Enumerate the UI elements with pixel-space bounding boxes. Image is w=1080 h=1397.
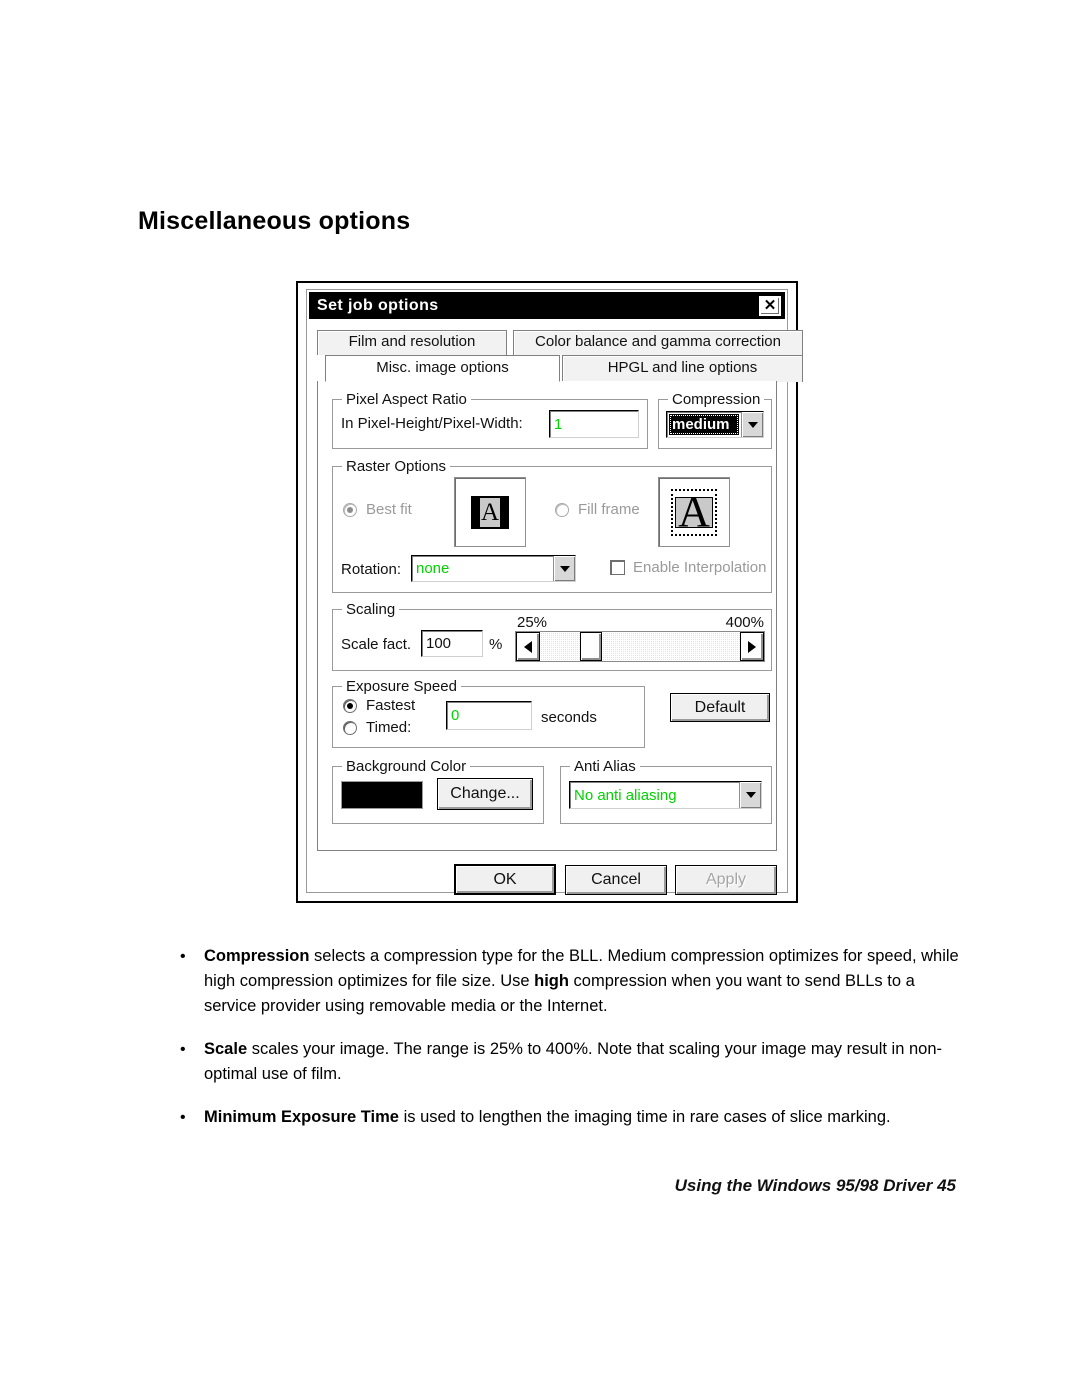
scale-slider[interactable] bbox=[515, 631, 765, 662]
tab-misc-image-options[interactable]: Misc. image options bbox=[325, 355, 560, 382]
thumbnail-best-fit: A bbox=[454, 477, 526, 547]
checkbox-enable-interpolation[interactable]: Enable Interpolation bbox=[610, 559, 766, 576]
group-compression: Compression medium bbox=[658, 391, 772, 449]
radio-fill-frame-label: Fill frame bbox=[578, 501, 640, 518]
group-label-anti-alias: Anti Alias bbox=[570, 758, 640, 775]
apply-button: Apply bbox=[675, 865, 777, 895]
bullet-minimum-exposure-time-text-1: is used to lengthen the imaging time in … bbox=[399, 1108, 891, 1126]
checkbox-enable-interpolation-label: Enable Interpolation bbox=[633, 559, 767, 576]
group-label-pixel-aspect-ratio: Pixel Aspect Ratio bbox=[342, 391, 471, 408]
group-label-raster-options: Raster Options bbox=[342, 458, 451, 475]
dialog-titlebar: Set job options ✕ bbox=[309, 292, 785, 319]
compression-combobox[interactable]: medium bbox=[666, 411, 764, 438]
label-percent-symbol: % bbox=[489, 636, 503, 653]
close-icon[interactable]: ✕ bbox=[759, 295, 781, 316]
tab-color-balance-and-gamma-correction[interactable]: Color balance and gamma correction bbox=[513, 330, 803, 355]
radio-best-fit-indicator[interactable] bbox=[343, 502, 357, 517]
group-scaling: Scaling Scale fact. 100 % 25% 400% bbox=[332, 601, 772, 671]
group-label-scaling: Scaling bbox=[342, 601, 400, 618]
bullet-compression-term-2: high bbox=[534, 972, 569, 990]
anti-alias-combobox[interactable]: No anti aliasing bbox=[569, 781, 762, 809]
change-color-button[interactable]: Change... bbox=[437, 778, 533, 810]
page-title: Miscellaneous options bbox=[138, 207, 411, 235]
chevron-down-icon[interactable] bbox=[741, 412, 763, 437]
group-anti-alias: Anti Alias No anti aliasing bbox=[560, 758, 772, 824]
set-job-options-dialog: Set job options ✕ Film and resolution Co… bbox=[296, 281, 803, 903]
tab-film-and-resolution[interactable]: Film and resolution bbox=[317, 330, 507, 355]
thumbnail-fill-frame-dotted-border: A bbox=[671, 487, 717, 536]
scale-factor-input[interactable]: 100 bbox=[421, 630, 483, 657]
group-exposure-speed: Exposure Speed Fastest Timed: 0 seconds bbox=[332, 678, 645, 748]
slider-thumb[interactable] bbox=[580, 632, 602, 661]
bullet-scale: Scale scales your image. The range is 25… bbox=[176, 1037, 966, 1087]
background-color-swatch[interactable] bbox=[341, 781, 423, 809]
anti-alias-value: No anti aliasing bbox=[574, 786, 677, 804]
thumbnail-best-fit-letter: A bbox=[480, 497, 500, 527]
radio-fill-frame[interactable]: Fill frame bbox=[555, 501, 640, 518]
bullet-scale-text-1: scales your image. The range is 25% to 4… bbox=[204, 1040, 943, 1083]
bullet-compression-term: Compression bbox=[204, 947, 310, 965]
cancel-button[interactable]: Cancel bbox=[565, 865, 667, 895]
bullet-compression: Compression selects a compression type f… bbox=[176, 944, 966, 1019]
group-background-color: Background Color Change... bbox=[332, 758, 544, 824]
thumbnail-fill-frame-letter: A bbox=[678, 487, 710, 536]
slider-increase-button[interactable] bbox=[740, 632, 764, 661]
timed-seconds-input[interactable]: 0 bbox=[446, 701, 532, 730]
radio-best-fit-label: Best fit bbox=[366, 501, 412, 518]
radio-fastest-indicator[interactable] bbox=[343, 698, 357, 713]
radio-fill-frame-indicator[interactable] bbox=[555, 502, 569, 517]
slider-min-label: 25% bbox=[517, 614, 548, 631]
compression-value: medium bbox=[669, 414, 739, 435]
thumbnail-fill-frame: A bbox=[658, 477, 730, 547]
thumbnail-best-fit-frame: A bbox=[471, 495, 509, 529]
radio-timed-indicator[interactable] bbox=[343, 720, 357, 735]
label-rotation: Rotation: bbox=[341, 561, 402, 578]
chevron-down-icon[interactable] bbox=[739, 782, 761, 808]
bullet-minimum-exposure-time-term: Minimum Exposure Time bbox=[204, 1108, 399, 1126]
rotation-combobox[interactable]: none bbox=[411, 555, 576, 582]
pixel-aspect-ratio-input[interactable]: 1 bbox=[549, 410, 639, 438]
radio-fastest-label: Fastest bbox=[366, 697, 416, 714]
bullet-minimum-exposure-time: Minimum Exposure Time is used to lengthe… bbox=[176, 1105, 966, 1130]
rotation-value: none bbox=[416, 560, 450, 577]
radio-fastest[interactable]: Fastest bbox=[343, 697, 415, 714]
dialog-inner-frame: Set job options ✕ Film and resolution Co… bbox=[306, 289, 803, 895]
checkbox-enable-interpolation-box[interactable] bbox=[610, 560, 625, 575]
bullet-list: Compression selects a compression type f… bbox=[176, 944, 966, 1148]
group-pixel-aspect-ratio: Pixel Aspect Ratio In Pixel-Height/Pixel… bbox=[332, 391, 648, 449]
radio-timed[interactable]: Timed: bbox=[343, 719, 411, 736]
slider-max-label: 400% bbox=[725, 614, 764, 631]
slider-track[interactable] bbox=[540, 632, 740, 661]
radio-timed-label: Timed: bbox=[366, 719, 412, 736]
dialog-title: Set job options bbox=[317, 296, 439, 314]
group-label-compression: Compression bbox=[668, 391, 765, 408]
label-pixel-height-width: In Pixel-Height/Pixel-Width: bbox=[341, 415, 523, 432]
label-seconds: seconds bbox=[541, 709, 597, 726]
default-button[interactable]: Default bbox=[670, 693, 770, 722]
page-footer: Using the Windows 95/98 Driver 45 bbox=[674, 1176, 956, 1195]
ok-button[interactable]: OK bbox=[454, 864, 556, 895]
tab-hpgl-and-line-options[interactable]: HPGL and line options bbox=[562, 355, 803, 382]
misc-image-options-panel: Pixel Aspect Ratio In Pixel-Height/Pixel… bbox=[317, 381, 777, 851]
slider-decrease-button[interactable] bbox=[516, 632, 540, 661]
tab-strip: Film and resolution Color balance and ga… bbox=[317, 330, 803, 382]
group-label-background-color: Background Color bbox=[342, 758, 471, 775]
bullet-scale-term: Scale bbox=[204, 1040, 248, 1058]
group-label-exposure-speed: Exposure Speed bbox=[342, 678, 461, 695]
group-raster-options: Raster Options Best fit A Fill frame A R… bbox=[332, 458, 772, 593]
chevron-down-icon[interactable] bbox=[553, 556, 575, 581]
radio-best-fit[interactable]: Best fit bbox=[343, 501, 412, 518]
label-scale-factor: Scale fact. bbox=[341, 636, 412, 653]
